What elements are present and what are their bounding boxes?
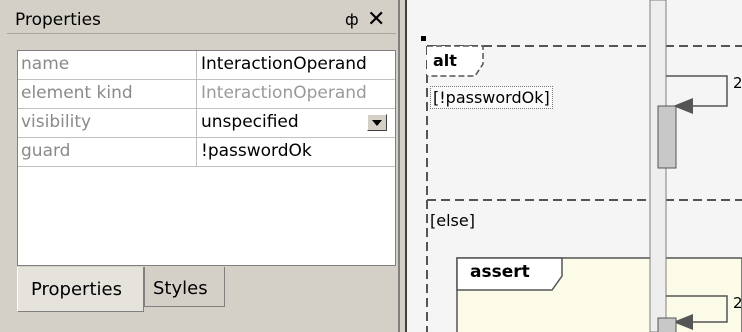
property-key: visibility <box>21 112 92 132</box>
property-row-guard[interactable]: guard !passwordOk <box>18 138 395 167</box>
property-value-name[interactable]: InteractionOperand <box>201 54 367 74</box>
property-row-element-kind: element kind InteractionOperand <box>18 80 395 109</box>
assert-fragment-label: assert <box>470 262 530 282</box>
column-divider <box>196 109 197 137</box>
activation-bar[interactable] <box>657 317 677 332</box>
close-icon[interactable]: ✕ <box>367 7 385 33</box>
property-row-name[interactable]: name InteractionOperand <box>18 51 395 80</box>
property-key: element kind <box>21 83 133 103</box>
column-divider <box>196 138 197 166</box>
tab-label: Properties <box>31 279 122 300</box>
property-value-visibility[interactable]: unspecified <box>201 112 299 132</box>
message-number: 2 <box>733 74 742 92</box>
alt-fragment-label: alt <box>433 51 457 70</box>
guard-alt[interactable]: [!passwordOk] <box>430 86 553 109</box>
activation-bar[interactable] <box>657 105 677 169</box>
tab-styles[interactable]: Styles <box>144 267 225 307</box>
property-key: name <box>21 54 70 74</box>
properties-panel: Properties ф ✕ name InteractionOperand e… <box>0 0 398 332</box>
selection-handle[interactable] <box>421 36 426 41</box>
property-row-visibility[interactable]: visibility unspecified <box>18 109 395 138</box>
column-divider <box>196 51 197 79</box>
panel-title: Properties <box>15 10 101 30</box>
sequence-diagram-canvas[interactable]: alt [!passwordOk] [else] assert 2 2 <box>407 0 742 332</box>
panel-title-bar: Properties ф ✕ <box>7 7 396 34</box>
property-key: guard <box>21 141 71 161</box>
property-value-element-kind: InteractionOperand <box>201 83 367 103</box>
pin-icon[interactable]: ф <box>345 10 359 29</box>
tab-properties[interactable]: Properties <box>17 267 144 312</box>
property-value-guard[interactable]: !passwordOk <box>201 141 312 161</box>
message-number: 2 <box>733 294 742 312</box>
guard-else[interactable]: [else] <box>430 211 475 230</box>
diagram-svg <box>421 0 742 332</box>
self-message-line[interactable] <box>666 75 728 107</box>
property-grid: name InteractionOperand element kind Int… <box>17 50 396 266</box>
dropdown-arrow-icon[interactable] <box>367 114 387 131</box>
tab-label: Styles <box>153 278 208 299</box>
column-divider <box>196 80 197 108</box>
